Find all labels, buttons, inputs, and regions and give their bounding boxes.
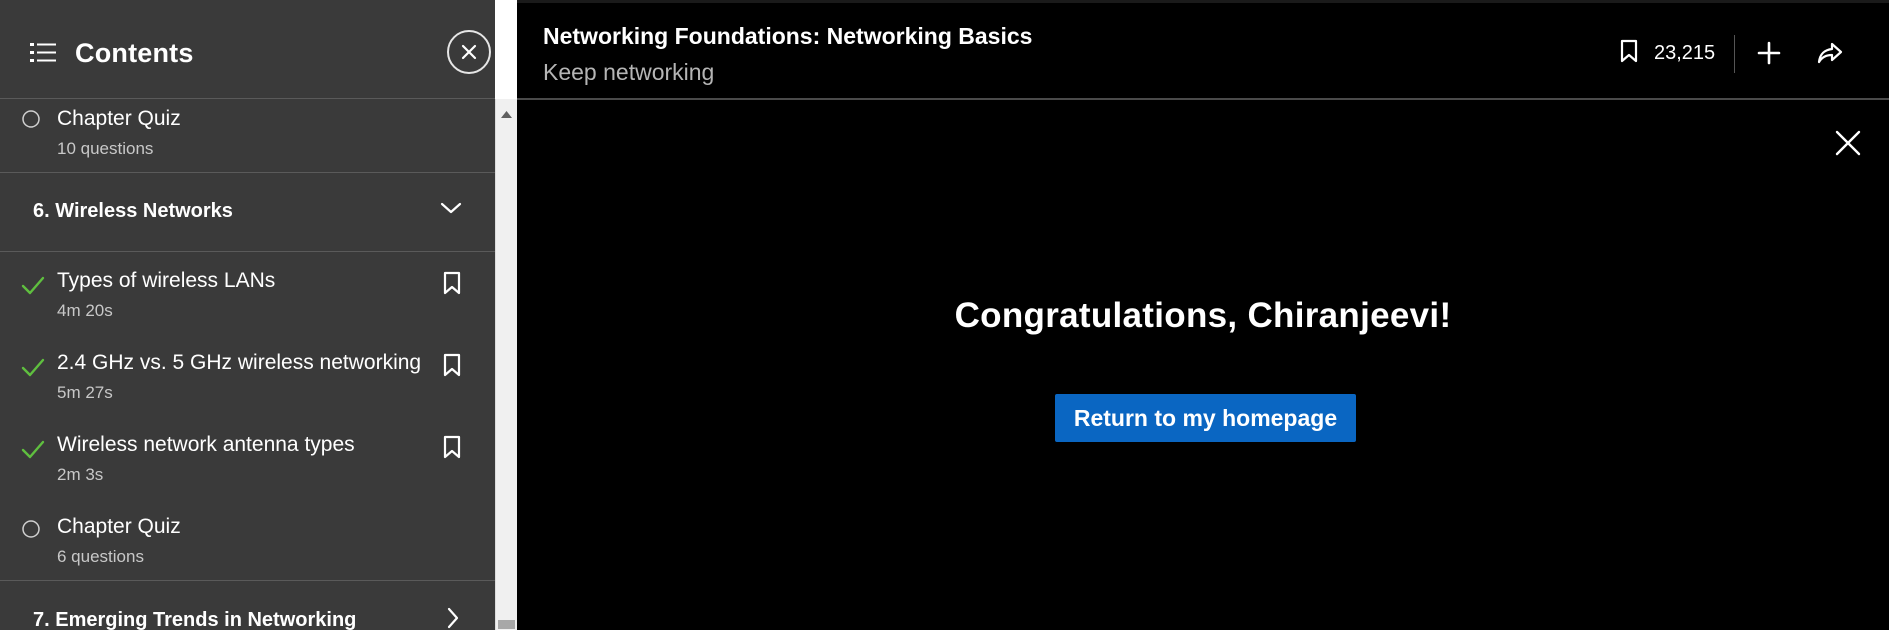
chapter-6-header[interactable]: 6. Wireless Networks	[0, 172, 495, 252]
item-subtitle: 4m 20s	[57, 301, 113, 320]
circle-icon	[21, 109, 43, 131]
item-subtitle: 6 questions	[57, 547, 144, 566]
check-icon	[21, 275, 45, 297]
chapter-title: 6. Wireless Networks	[33, 200, 233, 222]
bookmark-icon[interactable]	[443, 353, 461, 377]
list-item-chapter-quiz-5[interactable]: Chapter Quiz 10 questions	[0, 99, 495, 172]
list-icon	[30, 42, 56, 69]
main-panel: Networking Foundations: Networking Basic…	[517, 0, 1889, 630]
plus-icon[interactable]	[1757, 41, 1781, 65]
course-title: Networking Foundations: Networking Basic…	[543, 23, 1033, 49]
bookmark-icon	[1620, 39, 1638, 68]
close-sidebar-button[interactable]	[447, 30, 491, 74]
bookmark-icon[interactable]	[443, 435, 461, 459]
check-icon	[21, 357, 45, 379]
item-title: Wireless network antenna types	[57, 433, 355, 456]
window-edge	[1889, 0, 1897, 630]
close-icon[interactable]	[1835, 130, 1861, 156]
check-icon	[21, 439, 45, 461]
return-homepage-button[interactable]: Return to my homepage	[1055, 394, 1356, 442]
item-title: Chapter Quiz	[57, 515, 181, 538]
contents-list: Chapter Quiz 10 questions 6. Wireless Ne…	[0, 99, 495, 630]
item-title: Chapter Quiz	[57, 107, 181, 130]
list-item-chapter-quiz-6[interactable]: Chapter Quiz 6 questions	[0, 511, 495, 580]
list-item-2-4ghz-vs-5ghz[interactable]: 2.4 GHz vs. 5 GHz wireless networking 5m…	[0, 347, 495, 421]
course-header: Networking Foundations: Networking Basic…	[517, 3, 1889, 100]
scrollbar-thumb[interactable]	[498, 620, 515, 629]
course-subtitle: Keep networking	[543, 59, 715, 85]
chevron-down-icon	[440, 201, 462, 220]
scroll-up-arrow-icon[interactable]	[501, 105, 512, 123]
close-icon	[461, 44, 477, 60]
sidebar-scrollbar[interactable]	[495, 99, 517, 630]
app-window: Contents Chapter Quiz 10 questions 6. Wi…	[0, 0, 1897, 630]
saves-count: 23,215	[1654, 42, 1716, 64]
item-title: 2.4 GHz vs. 5 GHz wireless networking	[57, 351, 422, 374]
bookmark-icon[interactable]	[443, 271, 461, 295]
item-subtitle: 2m 3s	[57, 465, 104, 484]
header-divider	[1734, 35, 1735, 73]
chevron-right-icon	[446, 607, 460, 630]
share-icon[interactable]	[1817, 41, 1843, 65]
congratulations-heading: Congratulations, Chiranjeevi!	[954, 296, 1452, 335]
item-title: Types of wireless LANs	[57, 269, 276, 292]
chapter-7-header[interactable]: 7. Emerging Trends in Networking	[0, 580, 495, 630]
chapter-title: 7. Emerging Trends in Networking	[33, 609, 357, 630]
item-subtitle: 5m 27s	[57, 383, 113, 402]
save-course-button[interactable]: 23,215	[1620, 39, 1715, 68]
list-item-types-of-wireless-lans[interactable]: Types of wireless LANs 4m 20s	[0, 265, 495, 339]
list-item-wireless-antenna-types[interactable]: Wireless network antenna types 2m 3s	[0, 429, 495, 503]
circle-icon	[21, 519, 43, 541]
sidebar-title: Contents	[75, 38, 194, 68]
contents-sidebar: Contents Chapter Quiz 10 questions 6. Wi…	[0, 0, 495, 630]
sidebar-header: Contents	[0, 0, 495, 99]
item-subtitle: 10 questions	[57, 139, 154, 158]
